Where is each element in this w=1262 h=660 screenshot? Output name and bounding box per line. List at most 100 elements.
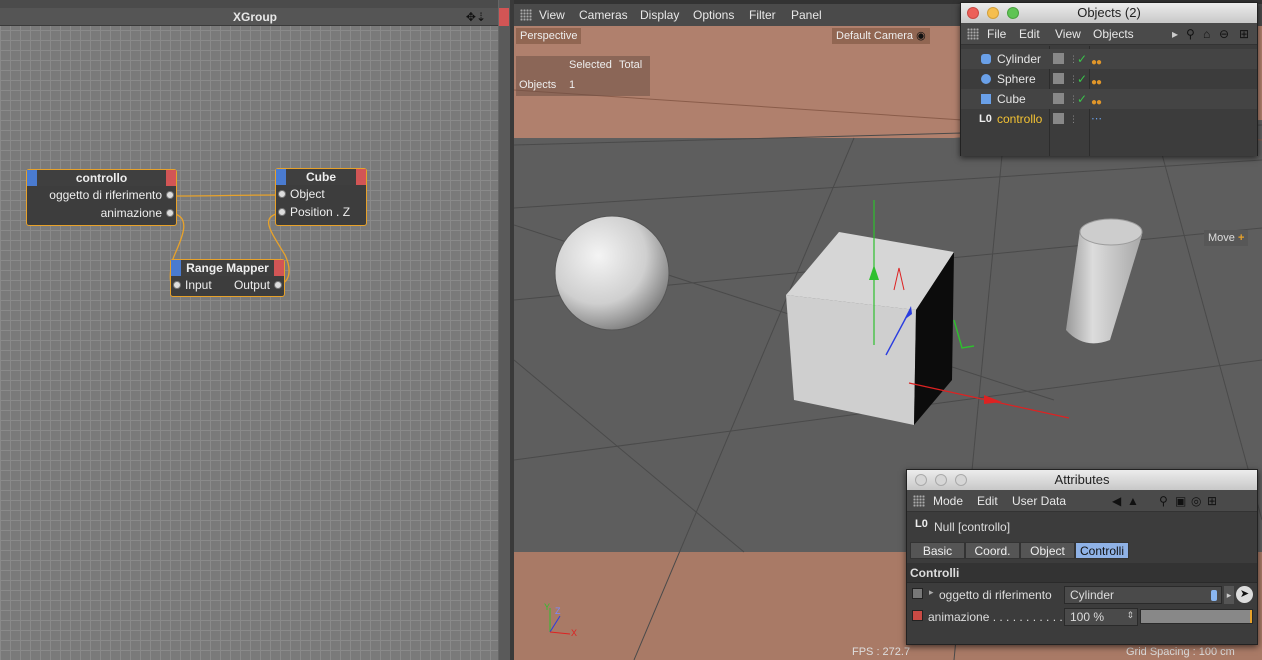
object-row-cube[interactable]: Cube ⋮ ✓ ●● [961,89,1257,109]
output-port-oggetto[interactable] [166,191,174,199]
layer-icon[interactable] [1053,53,1064,64]
node-range-mapper-head: Range Mapper [171,260,284,276]
move-tool-label[interactable]: Move + [1204,230,1249,246]
userdata-tag-icon[interactable]: ⋯ [1091,109,1102,129]
input-port-strip[interactable] [276,169,286,185]
search-icon[interactable]: ⚲ [1159,490,1168,512]
menu-edit[interactable]: Edit [1019,23,1040,45]
menu-file[interactable]: File [987,23,1006,45]
output-port-animazione[interactable] [166,209,174,217]
attributes-window[interactable]: Attributes Mode Edit User Data ◀ ▲ ⚲ ▣ ◎… [906,469,1258,645]
cylinder-icon [981,54,991,64]
output-port-strip[interactable] [356,169,366,185]
expand-arrow-icon[interactable]: ▸ [1224,586,1234,604]
output-port-output[interactable] [274,281,282,289]
close-button[interactable] [967,7,979,19]
lock-icon[interactable]: ▣ [1175,490,1186,512]
new-window-icon[interactable]: ⊞ [1207,490,1217,512]
menu-edit[interactable]: Edit [977,490,998,512]
menu-view[interactable]: View [1055,23,1081,45]
close-button[interactable] [915,474,927,486]
input-port-object[interactable] [278,190,286,198]
enabled-check[interactable]: ✓ [1077,49,1087,69]
zoom-button[interactable] [955,474,967,486]
zoom-button[interactable] [1007,7,1019,19]
object-row-sphere[interactable]: Sphere ⋮ ✓ ●● [961,69,1257,89]
axis-y-label: Y [544,602,551,612]
panel-splitter[interactable] [498,0,510,660]
input-port-strip[interactable] [171,260,181,276]
hud-total-header: Total [619,59,643,71]
menu-filter[interactable]: Filter [749,4,776,26]
slider-handle[interactable] [1250,610,1252,623]
minimize-button[interactable] [935,474,947,486]
menu-mode[interactable]: Mode [933,490,963,512]
visibility-dots[interactable]: ⋮ [1069,109,1078,129]
menu-objects[interactable]: Objects [1093,23,1134,45]
expand-arrow-icon[interactable]: ▸ [929,587,934,598]
keyframe-icon[interactable] [912,610,923,621]
objects-window-titlebar[interactable]: Objects (2) [961,3,1257,23]
camera-icon: ◉ [916,30,926,42]
stepper-arrows-icon[interactable]: ⇕ [1126,610,1134,621]
hud-selected-value: 1 [569,79,576,91]
attributes-window-titlebar[interactable]: Attributes [907,470,1257,490]
grip-icon[interactable] [967,28,979,40]
null-icon: L0 [979,113,992,125]
menu-cameras[interactable]: Cameras [579,4,628,26]
grip-icon[interactable] [913,495,925,507]
node-controllo-head: controllo [27,170,176,186]
enabled-check[interactable]: ✓ [1077,89,1087,109]
menu-view[interactable]: View [539,4,565,26]
object-row-controllo[interactable]: L0 controllo ⋮ ⋯ [961,109,1257,129]
new-window-icon[interactable]: ⊞ [1239,23,1249,45]
selection-hud: Selected Total Objects 1 [516,56,650,96]
output-port-strip[interactable] [274,260,284,276]
link-field[interactable]: Cylinder [1064,586,1222,604]
back-arrow-icon[interactable]: ◀ [1112,490,1121,512]
default-camera-label[interactable]: Default Camera ◉ [832,28,930,44]
target-icon[interactable]: ◎ [1191,490,1201,512]
move-icon: + [1237,232,1245,244]
up-arrow-icon[interactable]: ▲ [1127,490,1139,512]
tab-coord[interactable]: Coord. [965,542,1020,559]
default-camera-text: Default Camera [836,30,914,42]
node-cube[interactable]: Cube Object Position . Z [275,168,367,226]
slider-fill [1141,610,1252,623]
input-port-position-z[interactable] [278,208,286,216]
minimize-button[interactable] [987,7,999,19]
home-icon[interactable]: ⌂ [1203,23,1210,45]
animazione-input[interactable]: 100 % ⇕ [1064,608,1138,626]
objects-window[interactable]: Objects (2) File Edit View Objects ▸ ⚲ ⌂… [960,2,1258,156]
close-panel-icon[interactable] [499,8,509,26]
layer-icon[interactable] [1053,113,1064,124]
animazione-slider[interactable] [1140,609,1253,624]
tab-basic[interactable]: Basic [910,542,965,559]
layer-icon[interactable] [1053,93,1064,104]
grip-icon[interactable] [520,9,532,21]
menu-panel[interactable]: Panel [791,4,822,26]
tab-controlli[interactable]: Controlli [1075,542,1129,559]
input-port-strip[interactable] [27,170,37,186]
pick-object-icon[interactable]: ➤ [1236,586,1253,603]
node-range-mapper[interactable]: Range Mapper Input Output [170,259,285,297]
more-arrow-icon[interactable]: ▸ [1172,23,1178,45]
menu-options[interactable]: Options [693,4,734,26]
enabled-check[interactable]: ✓ [1077,69,1087,89]
object-row-cylinder[interactable]: Cylinder ⋮ ✓ ●● [961,49,1257,69]
port-label-animazione: animazione [100,206,162,220]
axis-x-label: X [571,628,578,638]
node-controllo[interactable]: controllo oggetto di riferimento animazi… [26,169,177,226]
keyframe-icon[interactable] [912,588,923,599]
menu-user-data[interactable]: User Data [1012,490,1066,512]
menu-display[interactable]: Display [640,4,679,26]
input-port-input[interactable] [173,281,181,289]
xpresso-editor[interactable]: XGroup ✥⇣ controllo oggetto di riferimen… [0,0,510,660]
layer-icon[interactable] [1053,73,1064,84]
output-port-strip[interactable] [166,170,176,186]
port-label-position-z: Position . Z [290,205,351,219]
link-icon[interactable]: ⊖ [1219,23,1229,45]
search-icon[interactable]: ⚲ [1186,23,1195,45]
camera-mode-label[interactable]: Perspective [516,28,582,44]
tab-object[interactable]: Object [1020,542,1075,559]
